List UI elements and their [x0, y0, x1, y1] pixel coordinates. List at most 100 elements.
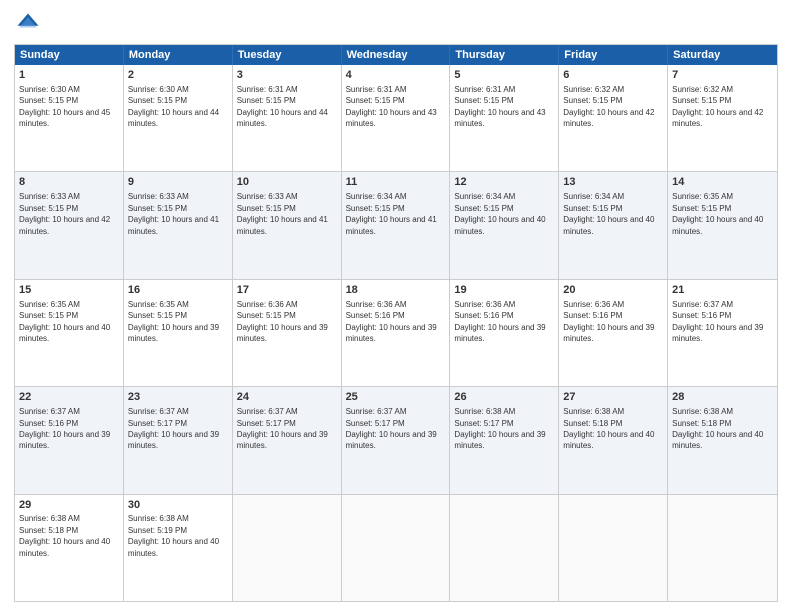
day-number: 21	[672, 283, 773, 298]
calendar-row-4: 29 Sunrise: 6:38 AMSunset: 5:18 PMDaylig…	[15, 495, 777, 601]
calendar-cell: 24 Sunrise: 6:37 AMSunset: 5:17 PMDaylig…	[233, 387, 342, 493]
day-number: 8	[19, 175, 119, 190]
calendar-cell	[233, 495, 342, 601]
cell-text: Sunrise: 6:31 AMSunset: 5:15 PMDaylight:…	[237, 85, 328, 128]
day-number: 27	[563, 390, 663, 405]
page: SundayMondayTuesdayWednesdayThursdayFrid…	[0, 0, 792, 612]
cell-text: Sunrise: 6:36 AMSunset: 5:16 PMDaylight:…	[454, 300, 545, 343]
calendar-cell: 10 Sunrise: 6:33 AMSunset: 5:15 PMDaylig…	[233, 172, 342, 278]
calendar-cell: 17 Sunrise: 6:36 AMSunset: 5:15 PMDaylig…	[233, 280, 342, 386]
calendar-cell: 23 Sunrise: 6:37 AMSunset: 5:17 PMDaylig…	[124, 387, 233, 493]
cell-text: Sunrise: 6:34 AMSunset: 5:15 PMDaylight:…	[346, 192, 437, 235]
day-number: 16	[128, 283, 228, 298]
day-number: 7	[672, 68, 773, 83]
day-number: 2	[128, 68, 228, 83]
calendar-cell: 21 Sunrise: 6:37 AMSunset: 5:16 PMDaylig…	[668, 280, 777, 386]
day-number: 11	[346, 175, 446, 190]
calendar-cell: 5 Sunrise: 6:31 AMSunset: 5:15 PMDayligh…	[450, 65, 559, 171]
day-number: 17	[237, 283, 337, 298]
calendar-cell: 26 Sunrise: 6:38 AMSunset: 5:17 PMDaylig…	[450, 387, 559, 493]
calendar-cell: 28 Sunrise: 6:38 AMSunset: 5:18 PMDaylig…	[668, 387, 777, 493]
calendar-cell: 20 Sunrise: 6:36 AMSunset: 5:16 PMDaylig…	[559, 280, 668, 386]
header-day-tuesday: Tuesday	[233, 45, 342, 65]
day-number: 12	[454, 175, 554, 190]
cell-text: Sunrise: 6:34 AMSunset: 5:15 PMDaylight:…	[563, 192, 654, 235]
header-day-friday: Friday	[559, 45, 668, 65]
calendar-cell: 1 Sunrise: 6:30 AMSunset: 5:15 PMDayligh…	[15, 65, 124, 171]
calendar-cell: 15 Sunrise: 6:35 AMSunset: 5:15 PMDaylig…	[15, 280, 124, 386]
header-day-thursday: Thursday	[450, 45, 559, 65]
cell-text: Sunrise: 6:37 AMSunset: 5:16 PMDaylight:…	[672, 300, 763, 343]
day-number: 15	[19, 283, 119, 298]
day-number: 24	[237, 390, 337, 405]
cell-text: Sunrise: 6:35 AMSunset: 5:15 PMDaylight:…	[19, 300, 110, 343]
cell-text: Sunrise: 6:32 AMSunset: 5:15 PMDaylight:…	[672, 85, 763, 128]
cell-text: Sunrise: 6:37 AMSunset: 5:17 PMDaylight:…	[237, 407, 328, 450]
calendar-cell: 16 Sunrise: 6:35 AMSunset: 5:15 PMDaylig…	[124, 280, 233, 386]
header-area	[14, 10, 778, 38]
day-number: 4	[346, 68, 446, 83]
calendar-cell: 9 Sunrise: 6:33 AMSunset: 5:15 PMDayligh…	[124, 172, 233, 278]
calendar-cell: 2 Sunrise: 6:30 AMSunset: 5:15 PMDayligh…	[124, 65, 233, 171]
cell-text: Sunrise: 6:35 AMSunset: 5:15 PMDaylight:…	[672, 192, 763, 235]
day-number: 9	[128, 175, 228, 190]
cell-text: Sunrise: 6:38 AMSunset: 5:18 PMDaylight:…	[672, 407, 763, 450]
header-day-monday: Monday	[124, 45, 233, 65]
calendar-body: 1 Sunrise: 6:30 AMSunset: 5:15 PMDayligh…	[15, 65, 777, 601]
cell-text: Sunrise: 6:36 AMSunset: 5:16 PMDaylight:…	[563, 300, 654, 343]
cell-text: Sunrise: 6:37 AMSunset: 5:16 PMDaylight:…	[19, 407, 110, 450]
day-number: 14	[672, 175, 773, 190]
header-day-wednesday: Wednesday	[342, 45, 451, 65]
day-number: 13	[563, 175, 663, 190]
cell-text: Sunrise: 6:30 AMSunset: 5:15 PMDaylight:…	[128, 85, 219, 128]
calendar-row-1: 8 Sunrise: 6:33 AMSunset: 5:15 PMDayligh…	[15, 172, 777, 279]
day-number: 28	[672, 390, 773, 405]
cell-text: Sunrise: 6:37 AMSunset: 5:17 PMDaylight:…	[128, 407, 219, 450]
cell-text: Sunrise: 6:38 AMSunset: 5:18 PMDaylight:…	[19, 514, 110, 557]
cell-text: Sunrise: 6:36 AMSunset: 5:15 PMDaylight:…	[237, 300, 328, 343]
calendar-cell: 8 Sunrise: 6:33 AMSunset: 5:15 PMDayligh…	[15, 172, 124, 278]
calendar-row-2: 15 Sunrise: 6:35 AMSunset: 5:15 PMDaylig…	[15, 280, 777, 387]
day-number: 5	[454, 68, 554, 83]
calendar-row-3: 22 Sunrise: 6:37 AMSunset: 5:16 PMDaylig…	[15, 387, 777, 494]
day-number: 3	[237, 68, 337, 83]
logo-icon	[14, 10, 42, 38]
calendar-cell	[668, 495, 777, 601]
calendar-cell	[559, 495, 668, 601]
calendar-cell: 6 Sunrise: 6:32 AMSunset: 5:15 PMDayligh…	[559, 65, 668, 171]
calendar-cell: 22 Sunrise: 6:37 AMSunset: 5:16 PMDaylig…	[15, 387, 124, 493]
calendar-cell: 11 Sunrise: 6:34 AMSunset: 5:15 PMDaylig…	[342, 172, 451, 278]
day-number: 20	[563, 283, 663, 298]
header-day-saturday: Saturday	[668, 45, 777, 65]
cell-text: Sunrise: 6:31 AMSunset: 5:15 PMDaylight:…	[454, 85, 545, 128]
calendar-cell: 27 Sunrise: 6:38 AMSunset: 5:18 PMDaylig…	[559, 387, 668, 493]
day-number: 30	[128, 498, 228, 513]
day-number: 1	[19, 68, 119, 83]
calendar-cell	[342, 495, 451, 601]
cell-text: Sunrise: 6:32 AMSunset: 5:15 PMDaylight:…	[563, 85, 654, 128]
calendar-cell: 18 Sunrise: 6:36 AMSunset: 5:16 PMDaylig…	[342, 280, 451, 386]
day-number: 23	[128, 390, 228, 405]
cell-text: Sunrise: 6:34 AMSunset: 5:15 PMDaylight:…	[454, 192, 545, 235]
cell-text: Sunrise: 6:33 AMSunset: 5:15 PMDaylight:…	[237, 192, 328, 235]
calendar: SundayMondayTuesdayWednesdayThursdayFrid…	[14, 44, 778, 602]
logo	[14, 10, 46, 38]
cell-text: Sunrise: 6:33 AMSunset: 5:15 PMDaylight:…	[19, 192, 110, 235]
calendar-row-0: 1 Sunrise: 6:30 AMSunset: 5:15 PMDayligh…	[15, 65, 777, 172]
cell-text: Sunrise: 6:36 AMSunset: 5:16 PMDaylight:…	[346, 300, 437, 343]
cell-text: Sunrise: 6:31 AMSunset: 5:15 PMDaylight:…	[346, 85, 437, 128]
calendar-cell: 7 Sunrise: 6:32 AMSunset: 5:15 PMDayligh…	[668, 65, 777, 171]
cell-text: Sunrise: 6:35 AMSunset: 5:15 PMDaylight:…	[128, 300, 219, 343]
cell-text: Sunrise: 6:33 AMSunset: 5:15 PMDaylight:…	[128, 192, 219, 235]
calendar-cell: 14 Sunrise: 6:35 AMSunset: 5:15 PMDaylig…	[668, 172, 777, 278]
cell-text: Sunrise: 6:38 AMSunset: 5:17 PMDaylight:…	[454, 407, 545, 450]
day-number: 25	[346, 390, 446, 405]
day-number: 22	[19, 390, 119, 405]
calendar-cell: 30 Sunrise: 6:38 AMSunset: 5:19 PMDaylig…	[124, 495, 233, 601]
calendar-cell: 3 Sunrise: 6:31 AMSunset: 5:15 PMDayligh…	[233, 65, 342, 171]
calendar-header: SundayMondayTuesdayWednesdayThursdayFrid…	[15, 45, 777, 65]
day-number: 26	[454, 390, 554, 405]
calendar-cell	[450, 495, 559, 601]
cell-text: Sunrise: 6:37 AMSunset: 5:17 PMDaylight:…	[346, 407, 437, 450]
calendar-cell: 4 Sunrise: 6:31 AMSunset: 5:15 PMDayligh…	[342, 65, 451, 171]
